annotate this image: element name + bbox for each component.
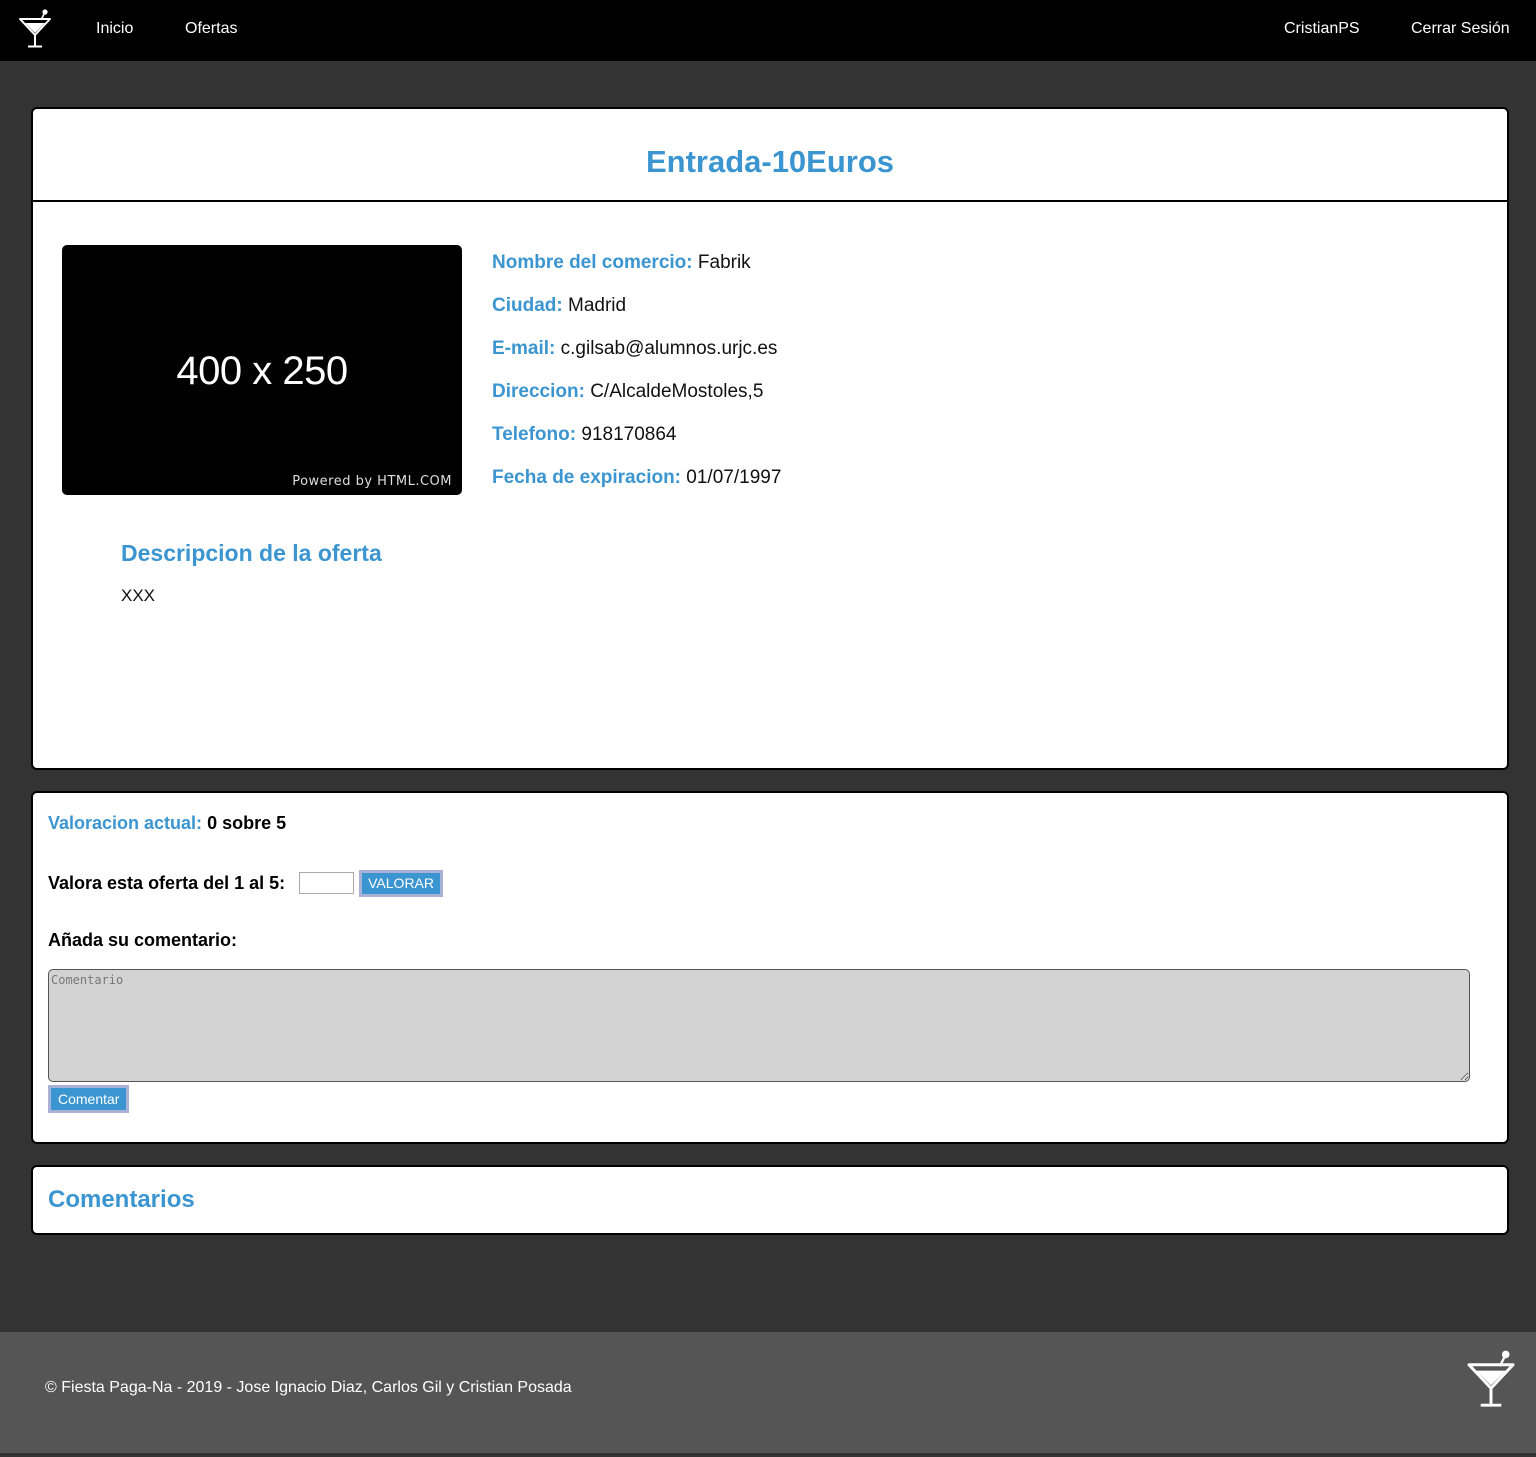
- offer-title: Entrada-10Euros: [645, 144, 895, 179]
- info-row-email: E-mail: c.gilsab@alumnos.urjc.es: [492, 338, 777, 360]
- image-size-text: 400 x 250: [176, 349, 348, 393]
- rate-label: Valora esta oferta del 1 al 5:: [48, 873, 286, 893]
- info-label: Ciudad:: [492, 295, 563, 316]
- image-powered-text: Powered by HTML.COM: [292, 474, 452, 489]
- info-value: Madrid: [568, 295, 627, 316]
- cocktail-glass-icon: [1467, 1350, 1515, 1407]
- info-label: Nombre del comercio:: [492, 252, 693, 273]
- offer-image-placeholder: 400 x 250 Powered by HTML.COM: [62, 245, 462, 495]
- offer-header: Entrada-10Euros: [33, 109, 1507, 202]
- current-rating-label: Valoracion actual:: [48, 813, 203, 833]
- nav-link-inicio[interactable]: Inicio: [96, 19, 133, 39]
- info-value: Fabrik: [697, 252, 751, 273]
- comment-textarea[interactable]: [48, 969, 1470, 1082]
- info-value: 01/07/1997: [686, 467, 782, 488]
- nav-link-ofertas[interactable]: Ofertas: [185, 19, 237, 39]
- info-row-expiracion: Fecha de expiracion: 01/07/1997: [492, 467, 781, 489]
- bottom-strip: [0, 1453, 1536, 1457]
- current-rating: Valoracion actual: 0 sobre 5: [48, 812, 286, 834]
- offer-card: Entrada-10Euros 400 x 250 Powered by HTM…: [31, 107, 1509, 770]
- info-row-ciudad: Ciudad: Madrid: [492, 295, 626, 317]
- nav-user-link[interactable]: CristianPS: [1284, 19, 1360, 39]
- description-text: XXX: [121, 586, 156, 605]
- info-label: E-mail:: [492, 338, 556, 359]
- current-rating-value: 0 sobre 5: [207, 813, 287, 833]
- info-label: Direccion:: [492, 381, 585, 402]
- info-value: C/AlcaldeMostoles,5: [590, 381, 764, 402]
- footer: © Fiesta Paga-Na - 2019 - Jose Ignacio D…: [0, 1332, 1536, 1453]
- info-row-direccion: Direccion: C/AlcaldeMostoles,5: [492, 381, 763, 403]
- logout-link[interactable]: Cerrar Sesión: [1411, 19, 1510, 39]
- footer-copyright: © Fiesta Paga-Na - 2019 - Jose Ignacio D…: [45, 1379, 572, 1396]
- navbar: Inicio Ofertas CristianPS Cerrar Sesión: [0, 0, 1536, 61]
- comment-button[interactable]: Comentar: [48, 1085, 130, 1113]
- info-value: c.gilsab@alumnos.urjc.es: [560, 338, 778, 359]
- info-row-comercio: Nombre del comercio: Fabrik: [492, 252, 751, 274]
- info-label: Fecha de expiracion:: [492, 467, 682, 488]
- info-label: Telefono:: [492, 424, 577, 445]
- rate-button[interactable]: VALORAR: [359, 869, 443, 897]
- description-title: Descripcion de la oferta: [121, 540, 382, 566]
- rate-row: Valora esta oferta del 1 al 5: VALORAR: [48, 869, 443, 897]
- info-row-telefono: Telefono: 918170864: [492, 424, 676, 446]
- cocktail-glass-icon[interactable]: [18, 7, 52, 49]
- comments-card: Comentarios: [31, 1165, 1509, 1235]
- comment-label: Añada su comentario:: [48, 930, 238, 950]
- rating-input[interactable]: [299, 872, 355, 894]
- comments-title: Comentarios: [48, 1186, 195, 1213]
- rating-card: Valoracion actual: 0 sobre 5 Valora esta…: [31, 791, 1509, 1144]
- info-value: 918170864: [581, 424, 677, 445]
